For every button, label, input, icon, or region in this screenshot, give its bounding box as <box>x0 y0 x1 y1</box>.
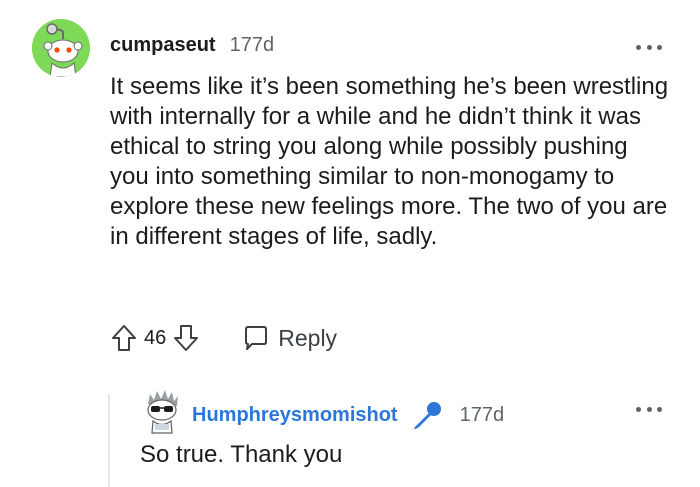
comment-thread: cumpaseut 177d It seems like it’s been s… <box>0 0 700 487</box>
more-options-icon <box>646 406 652 412</box>
snoo-avatar-icon <box>32 19 90 77</box>
reply-more-options-button[interactable] <box>636 403 662 415</box>
reply-label: Reply <box>278 324 338 351</box>
comment-more-options-button[interactable] <box>636 41 662 53</box>
comment-body: It seems like it’s been something he’s b… <box>110 73 669 250</box>
comment-username[interactable]: cumpaseut <box>110 34 216 57</box>
user-avatar[interactable] <box>32 19 90 77</box>
more-options-icon <box>636 406 641 412</box>
upvote-arrow-icon[interactable] <box>110 323 138 353</box>
reply-bubble-icon <box>245 326 268 350</box>
vote-count: 46 <box>144 326 167 349</box>
more-options-icon <box>646 44 652 50</box>
reply-header: Humphreysmomishot 177d <box>192 400 504 430</box>
comment-timestamp[interactable]: 177d <box>230 34 275 57</box>
more-options-icon <box>657 44 662 50</box>
more-options-icon <box>636 44 641 50</box>
reply-user-avatar[interactable] <box>140 388 184 434</box>
reply-button[interactable]: Reply <box>242 324 337 352</box>
more-options-icon <box>657 406 662 412</box>
thread-line[interactable] <box>108 394 110 487</box>
reply-body: So true. Thank you <box>140 441 343 468</box>
comment-actions: 46 Reply <box>110 320 337 356</box>
snoo-sunglasses-avatar-icon <box>147 390 178 434</box>
comment-header: cumpaseut 177d <box>110 34 274 57</box>
reply-timestamp[interactable]: 177d <box>460 404 505 427</box>
reply-username[interactable]: Humphreysmomishot <box>192 404 398 427</box>
microphone-icon <box>413 402 441 429</box>
downvote-arrow-icon[interactable] <box>172 323 200 353</box>
